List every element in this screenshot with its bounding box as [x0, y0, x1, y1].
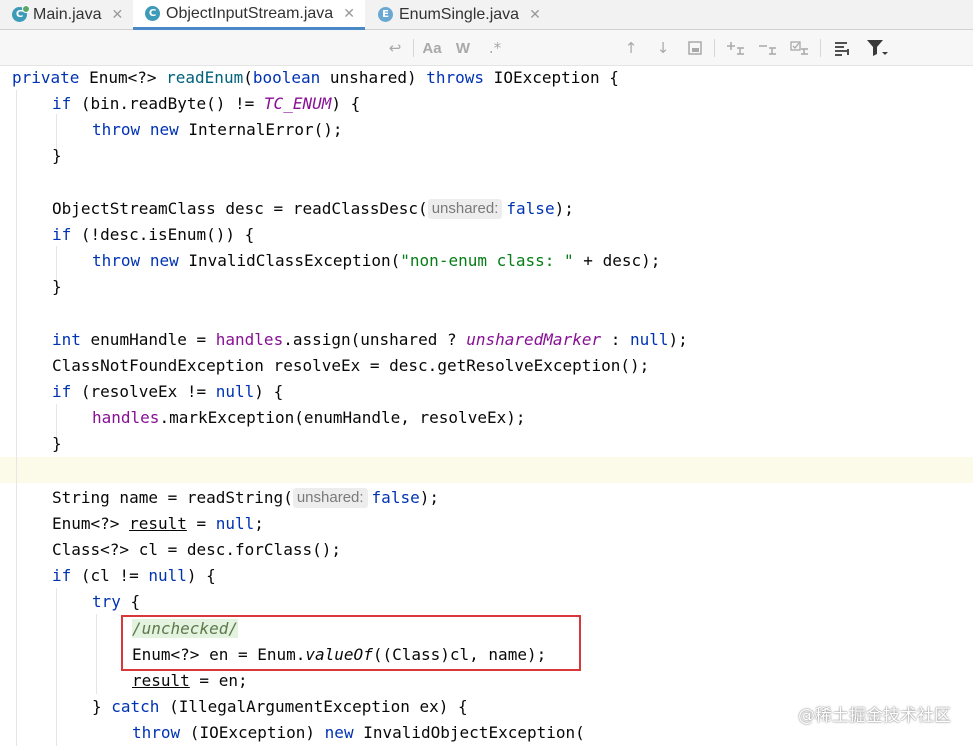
arrow-down-icon[interactable]: ↓ — [652, 37, 674, 59]
remove-occurrence-icon[interactable] — [756, 37, 780, 59]
tab-enumsingle-java[interactable]: E EnumSingle.java ✕ — [366, 0, 546, 29]
close-icon[interactable]: ✕ — [529, 7, 541, 23]
match-case-icon[interactable]: Aa — [420, 37, 444, 59]
code-line: result = en; — [132, 671, 248, 690]
tab-label: ObjectInputStream.java — [166, 4, 334, 22]
add-occurrence-icon[interactable] — [724, 37, 748, 59]
close-icon[interactable]: ✕ — [343, 6, 355, 22]
code-line: if (!desc.isEnum()) { — [52, 225, 255, 244]
code-line: ClassNotFoundException resolveEx = desc.… — [52, 356, 650, 375]
code-line: Enum<?> result = null; — [52, 514, 264, 533]
filter-lines-icon[interactable] — [832, 37, 854, 59]
java-enum-icon: E — [378, 7, 393, 22]
code-line: throw new InvalidClassException("non-enu… — [92, 251, 661, 270]
parameter-hint: unshared: — [427, 199, 503, 219]
watermark: @稀土掘金技术社区 — [798, 706, 951, 726]
select-all-check-icon[interactable] — [788, 37, 812, 59]
arrow-up-icon[interactable]: ↑ — [620, 37, 642, 59]
regex-icon[interactable]: .* — [484, 37, 506, 59]
code-line: if (resolveEx != null) { — [52, 382, 284, 401]
code-line: } — [52, 146, 62, 165]
java-class-icon: C — [12, 5, 30, 22]
select-all-occurrences-icon[interactable] — [684, 37, 706, 59]
java-class-icon: C — [145, 6, 160, 21]
tab-objectinputstream-java[interactable]: C ObjectInputStream.java ✕ — [133, 0, 365, 30]
code-line: private Enum<?> readEnum(boolean unshare… — [12, 68, 619, 87]
parameter-hint: unshared: — [292, 488, 368, 508]
tab-label: EnumSingle.java — [399, 5, 520, 23]
current-line-highlight — [0, 457, 973, 483]
highlight-box — [121, 615, 581, 671]
code-line: } — [52, 277, 62, 296]
code-line: int enumHandle = handles.assign(unshared… — [52, 330, 688, 349]
code-line: try { — [92, 592, 141, 611]
code-line: if (cl != null) { — [52, 566, 216, 585]
tab-main-java[interactable]: C Main.java ✕ — [0, 0, 133, 29]
code-line: handles.markException(enumHandle, resolv… — [92, 408, 526, 427]
filter-icon[interactable] — [864, 37, 890, 59]
code-line: if (bin.readByte() != TC_ENUM) { — [52, 94, 361, 113]
code-line: } catch (IllegalArgumentException ex) { — [92, 697, 468, 716]
close-icon[interactable]: ✕ — [111, 7, 123, 23]
words-icon[interactable]: W — [452, 37, 474, 59]
code-line: String name = readString(unshared: false)… — [52, 488, 439, 508]
code-editor[interactable]: private Enum<?> readEnum(boolean unshare… — [0, 66, 973, 746]
undo-icon[interactable]: ↩ — [384, 37, 406, 59]
code-line: Class<?> cl = desc.forClass(); — [52, 540, 341, 559]
code-line: throw (IOException) new InvalidObjectExc… — [132, 723, 585, 742]
find-toolbar: ↩ Aa W .* ↑ ↓ — [0, 30, 973, 66]
tab-label: Main.java — [33, 5, 102, 23]
code-line: } — [52, 434, 62, 453]
editor-tab-bar: C Main.java ✕ C ObjectInputStream.java ✕… — [0, 0, 973, 30]
code-line: throw new InternalError(); — [92, 120, 343, 139]
code-line: ObjectStreamClass desc = readClassDesc(u… — [52, 199, 574, 219]
